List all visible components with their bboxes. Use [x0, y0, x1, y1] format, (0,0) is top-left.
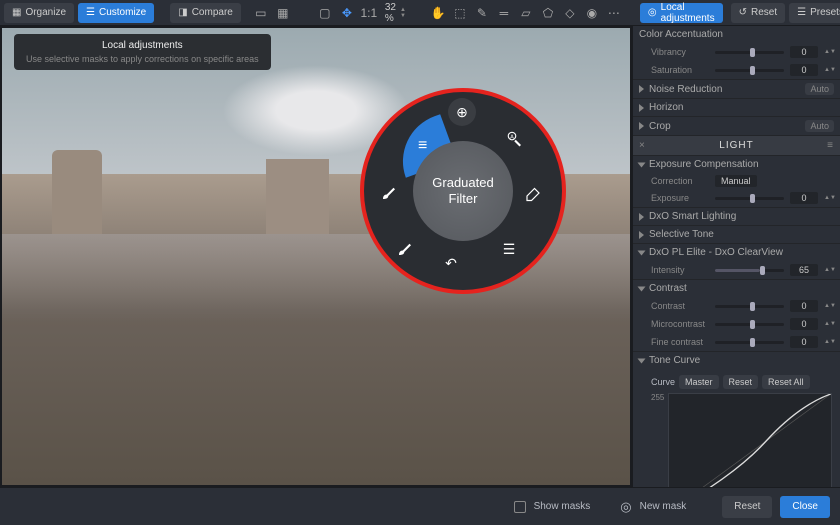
intensity-value[interactable]: 65	[790, 264, 818, 276]
small-brush-icon	[380, 184, 398, 202]
tool-wheel: ≡ ⊕ A ☰ ↶ GraduatedFilter	[360, 88, 566, 294]
compare-button[interactable]: ◨Compare	[170, 3, 241, 23]
zoom-stepper[interactable]: ▲▼	[400, 6, 406, 20]
curve-reset-button[interactable]: Reset	[723, 375, 759, 389]
contrast-value[interactable]: 0	[790, 300, 818, 312]
customize-tab[interactable]: ☰Customize	[78, 3, 154, 23]
show-masks-label: Show masks	[534, 501, 591, 512]
wheel-center: GraduatedFilter	[413, 141, 513, 241]
wb-picker-icon[interactable]: ✎	[472, 3, 492, 23]
noise-reduction-header[interactable]: Noise ReductionAuto	[633, 80, 840, 98]
top-toolbar: ▦Organize ☰Customize ◨Compare ▭ ▦ ▢ ✥ 1:…	[0, 0, 840, 26]
microcontrast-slider[interactable]	[715, 323, 784, 326]
eraser-icon	[524, 184, 542, 202]
bottom-reset-button[interactable]: Reset	[722, 496, 772, 518]
redeye-icon[interactable]: ◉	[582, 3, 602, 23]
small-brush-segment[interactable]	[376, 180, 402, 206]
contrast-label: Contrast	[651, 301, 709, 311]
exposure-label: Exposure	[651, 193, 709, 203]
target-icon: ⊕	[456, 104, 468, 121]
microcontrast-label: Microcontrast	[651, 319, 709, 329]
crop-icon[interactable]: ⬚	[450, 3, 470, 23]
clearview-header[interactable]: DxO PL Elite - DxO ClearView	[633, 244, 840, 261]
finecontrast-label: Fine contrast	[651, 337, 709, 347]
svg-text:A: A	[510, 134, 514, 140]
color-accentuation-header[interactable]: Color Accentuation	[633, 26, 840, 43]
tone-curve-header[interactable]: Tone Curve	[633, 352, 840, 369]
layers-segment[interactable]: ☰	[496, 236, 522, 262]
correction-value[interactable]: Manual	[715, 175, 757, 187]
organize-tab[interactable]: ▦Organize	[4, 3, 74, 23]
tooltip-title: Local adjustments	[26, 40, 259, 51]
curve-reset-all-button[interactable]: Reset All	[762, 375, 810, 389]
correction-label: Correction	[651, 176, 709, 186]
edit-tool-icons: ✋ ⬚ ✎ ═ ▱ ⬠ ◇ ◉ ⋯	[428, 3, 624, 23]
finecontrast-value[interactable]: 0	[790, 336, 818, 348]
brush-icon	[396, 240, 414, 258]
zoom-icons: ▢ ✥ 1:1	[315, 3, 379, 23]
auto-brush-segment[interactable]: A	[502, 126, 528, 152]
move-icon[interactable]: ✥	[337, 3, 357, 23]
perspective2-icon[interactable]: ⬠	[538, 3, 558, 23]
exposure-comp-header[interactable]: Exposure Compensation	[633, 156, 840, 173]
graduated-filter-icon: ≡	[418, 137, 427, 155]
close-button[interactable]: Close	[780, 496, 830, 518]
eraser-segment[interactable]	[520, 180, 546, 206]
perspective-icon[interactable]: ▱	[516, 3, 536, 23]
tooltip: Local adjustments Use selective masks to…	[14, 34, 271, 70]
finecontrast-slider[interactable]	[715, 341, 784, 344]
auto-brush-icon: A	[506, 130, 524, 148]
side-panel: Color Accentuation Vibrancy 0 ▲▼ Saturatio…	[632, 26, 840, 487]
light-section-header[interactable]: ×LIGHT≡	[633, 136, 840, 155]
microcontrast-value[interactable]: 0	[790, 318, 818, 330]
one-to-one-icon[interactable]: 1:1	[359, 3, 379, 23]
crop-header[interactable]: CropAuto	[633, 117, 840, 135]
undo-segment[interactable]: ↶	[438, 250, 464, 276]
new-mask-icon[interactable]: ◎	[620, 499, 631, 515]
selective-tone-header[interactable]: Selective Tone	[633, 226, 840, 243]
fit-screen-icon[interactable]: ▢	[315, 3, 335, 23]
contrast-slider[interactable]	[715, 305, 784, 308]
repair-icon[interactable]: ◇	[560, 3, 580, 23]
saturation-slider[interactable]	[715, 69, 784, 72]
local-adjustments-button[interactable]: ◎Local adjustments	[640, 3, 723, 23]
saturation-label: Saturation	[651, 65, 709, 75]
single-view-icon[interactable]: ▭	[251, 3, 271, 23]
tooltip-desc: Use selective masks to apply corrections…	[26, 54, 259, 64]
contrast-header[interactable]: Contrast	[633, 280, 840, 297]
intensity-slider[interactable]	[715, 269, 784, 272]
tone-curve-plot[interactable]	[668, 393, 832, 487]
zoom-level[interactable]: 32 %	[385, 2, 396, 24]
exposure-value[interactable]: 0	[790, 192, 818, 204]
grid-view-icon[interactable]: ▦	[273, 3, 293, 23]
presets-button[interactable]: ☰Presets	[789, 3, 840, 23]
vibrancy-slider[interactable]	[715, 51, 784, 54]
curve-label: Curve	[651, 377, 675, 387]
new-mask-label[interactable]: New mask	[640, 501, 687, 512]
brush-segment[interactable]	[392, 236, 418, 262]
bottom-bar: Show masks ◎ New mask Reset Close	[0, 487, 840, 525]
master-dropdown[interactable]: Master	[679, 375, 719, 389]
horizon-icon[interactable]: ═	[494, 3, 514, 23]
saturation-value[interactable]: 0	[790, 64, 818, 76]
image-canvas[interactable]: Local adjustments Use selective masks to…	[0, 26, 632, 487]
view-icons: ▭ ▦	[251, 3, 293, 23]
ellipsis-icon[interactable]: ⋯	[604, 3, 624, 23]
layers-icon: ☰	[503, 241, 516, 258]
show-masks-checkbox[interactable]	[514, 501, 526, 513]
intensity-label: Intensity	[651, 265, 709, 275]
close-icon[interactable]: ×	[639, 140, 646, 151]
vibrancy-label: Vibrancy	[651, 47, 709, 57]
reset-button[interactable]: ↺Reset	[731, 3, 786, 23]
hand-icon[interactable]: ✋	[428, 3, 448, 23]
undo-icon: ↶	[445, 255, 457, 272]
vibrancy-value[interactable]: 0	[790, 46, 818, 58]
vibrancy-stepper[interactable]: ▲▼	[824, 45, 832, 59]
menu-icon[interactable]: ≡	[827, 140, 834, 151]
horizon-header[interactable]: Horizon	[633, 99, 840, 116]
control-point-segment[interactable]: ⊕	[448, 98, 476, 126]
exposure-slider[interactable]	[715, 197, 784, 200]
smart-lighting-header[interactable]: DxO Smart Lighting	[633, 208, 840, 225]
